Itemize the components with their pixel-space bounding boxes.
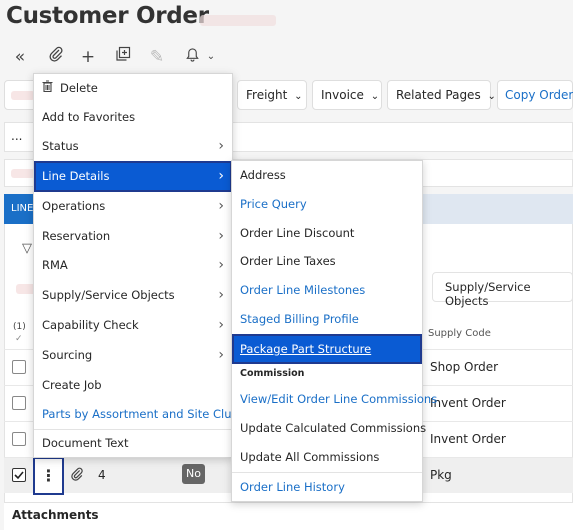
redacted-order-number (200, 15, 276, 26)
plus-icon[interactable]: + (77, 46, 99, 68)
submenu-item-staged-billing-profile[interactable]: Staged Billing Profile (232, 305, 422, 334)
menu-item-label: Status (42, 139, 79, 153)
chevron-down-icon: ⌄ (294, 91, 303, 102)
attachments-section[interactable]: Attachments (4, 502, 573, 530)
supply-code-cell: Invent Order (430, 432, 506, 446)
submenu-item-update-calculated-commissions[interactable]: Update Calculated Commissions (232, 414, 426, 443)
supply-code-cell: Shop Order (430, 360, 499, 374)
context-menu: Delete Add to Favorites Status › Line Det… (33, 73, 254, 458)
row-actions-kebab-icon[interactable]: ⋮ (33, 457, 64, 495)
menu-item-operations[interactable]: Operations › (34, 192, 232, 221)
selected-count: (1) (13, 322, 26, 332)
line-details-submenu: Address Price Query Order Line Discount … (231, 160, 437, 502)
supply-code-cell: Invent Order (430, 396, 506, 410)
paperclip-icon[interactable] (45, 46, 67, 68)
redacted-text (11, 169, 35, 178)
copy-order-button[interactable]: Copy Order (497, 80, 573, 110)
chevron-right-icon: › (218, 168, 224, 184)
related-pages-label: Related Pages (396, 88, 481, 102)
page-title: Customer Order (6, 3, 209, 29)
menu-item-label: Delete (60, 81, 98, 95)
menu-item-status[interactable]: Status › (34, 132, 232, 161)
menu-item-line-details[interactable]: Line Details › (34, 161, 232, 192)
chevron-down-icon: ⌄ (370, 91, 380, 102)
supply-code-cell: Pkg (430, 468, 452, 482)
submenu-item-order-line-discount[interactable]: Order Line Discount (232, 219, 422, 248)
paperclip-icon[interactable] (70, 466, 84, 485)
menu-item-label: Reservation (42, 229, 111, 243)
menu-item-capability-check[interactable]: Capability Check › (34, 311, 232, 340)
submenu-section-commission: Commission (240, 368, 305, 379)
chevron-down-icon[interactable]: ⌄ (200, 46, 222, 68)
attachment-count: 4 (98, 468, 106, 482)
menu-item-rma[interactable]: RMA › (34, 251, 232, 280)
row-checkbox[interactable] (12, 432, 26, 446)
menu-item-label: Line Details (42, 169, 110, 183)
chevron-right-icon: › (218, 228, 224, 244)
double-chevron-left-icon[interactable]: « (9, 46, 31, 68)
submenu-item-order-line-milestones[interactable]: Order Line Milestones (232, 276, 422, 305)
duplicate-icon[interactable] (112, 46, 134, 68)
submenu-item-price-query[interactable]: Price Query (232, 190, 422, 219)
invoice-label: Invoice (321, 88, 364, 102)
freight-dropdown[interactable]: Freight ⌄ (237, 80, 307, 110)
menu-item-label: Operations (42, 199, 106, 213)
more-ellipsis[interactable]: ... (11, 129, 22, 143)
menu-item-sourcing[interactable]: Sourcing › (34, 341, 232, 370)
chevron-down-icon: ⌄ (487, 91, 496, 102)
chevron-right-icon: › (218, 138, 224, 154)
filter-icon[interactable]: ▽ (22, 241, 32, 256)
supply-code-header: Supply Code (428, 328, 491, 339)
menu-item-label: Supply/Service Objects (42, 288, 175, 302)
menu-item-create-job[interactable]: Create Job (34, 371, 232, 400)
chevron-right-icon: › (218, 287, 224, 303)
status-badge: No (182, 464, 205, 484)
related-pages-dropdown[interactable]: Related Pages ⌄ (387, 80, 496, 110)
chevron-right-icon: › (218, 198, 224, 214)
menu-item-parts-by-assortment[interactable]: Parts by Assortment and Site Cluster (34, 400, 254, 429)
submenu-item-order-line-history[interactable]: Order Line History (232, 473, 422, 502)
chevron-right-icon: › (218, 317, 224, 333)
freight-label: Freight (246, 88, 288, 102)
submenu-item-order-line-taxes[interactable]: Order Line Taxes (232, 247, 422, 276)
menu-item-reservation[interactable]: Reservation › (34, 222, 232, 251)
menu-item-label: Sourcing (42, 348, 93, 362)
submenu-item-address[interactable]: Address (232, 161, 422, 190)
chevron-right-icon: › (218, 347, 224, 363)
row-checkbox-checked[interactable] (12, 468, 26, 482)
menu-item-label: Capability Check (42, 318, 139, 332)
supply-service-label: Supply/Service Objects (445, 280, 531, 308)
supply-service-dropdown[interactable]: Supply/Service Objects (432, 272, 573, 308)
invoice-dropdown[interactable]: Invoice ⌄ (312, 80, 382, 110)
row-checkbox[interactable] (12, 396, 26, 410)
submenu-item-view-edit-commissions[interactable]: View/Edit Order Line Commissions (232, 385, 437, 414)
submenu-item-package-part-structure[interactable]: Package Part Structure (232, 334, 422, 364)
chevron-right-icon: › (218, 257, 224, 273)
check-all-icon[interactable]: ✓ (15, 334, 23, 344)
menu-item-add-to-favorites[interactable]: Add to Favorites (34, 103, 232, 132)
pencil-icon[interactable]: ✎ (146, 46, 168, 68)
menu-item-document-text[interactable]: Document Text (34, 429, 232, 458)
menu-item-delete[interactable]: Delete (34, 74, 232, 103)
menu-item-supply-service-objects[interactable]: Supply/Service Objects › (34, 281, 232, 310)
row-checkbox[interactable] (12, 360, 26, 374)
submenu-item-update-all-commissions[interactable]: Update All Commissions (232, 443, 422, 472)
menu-item-label: RMA (42, 258, 68, 272)
trash-icon (42, 74, 60, 103)
